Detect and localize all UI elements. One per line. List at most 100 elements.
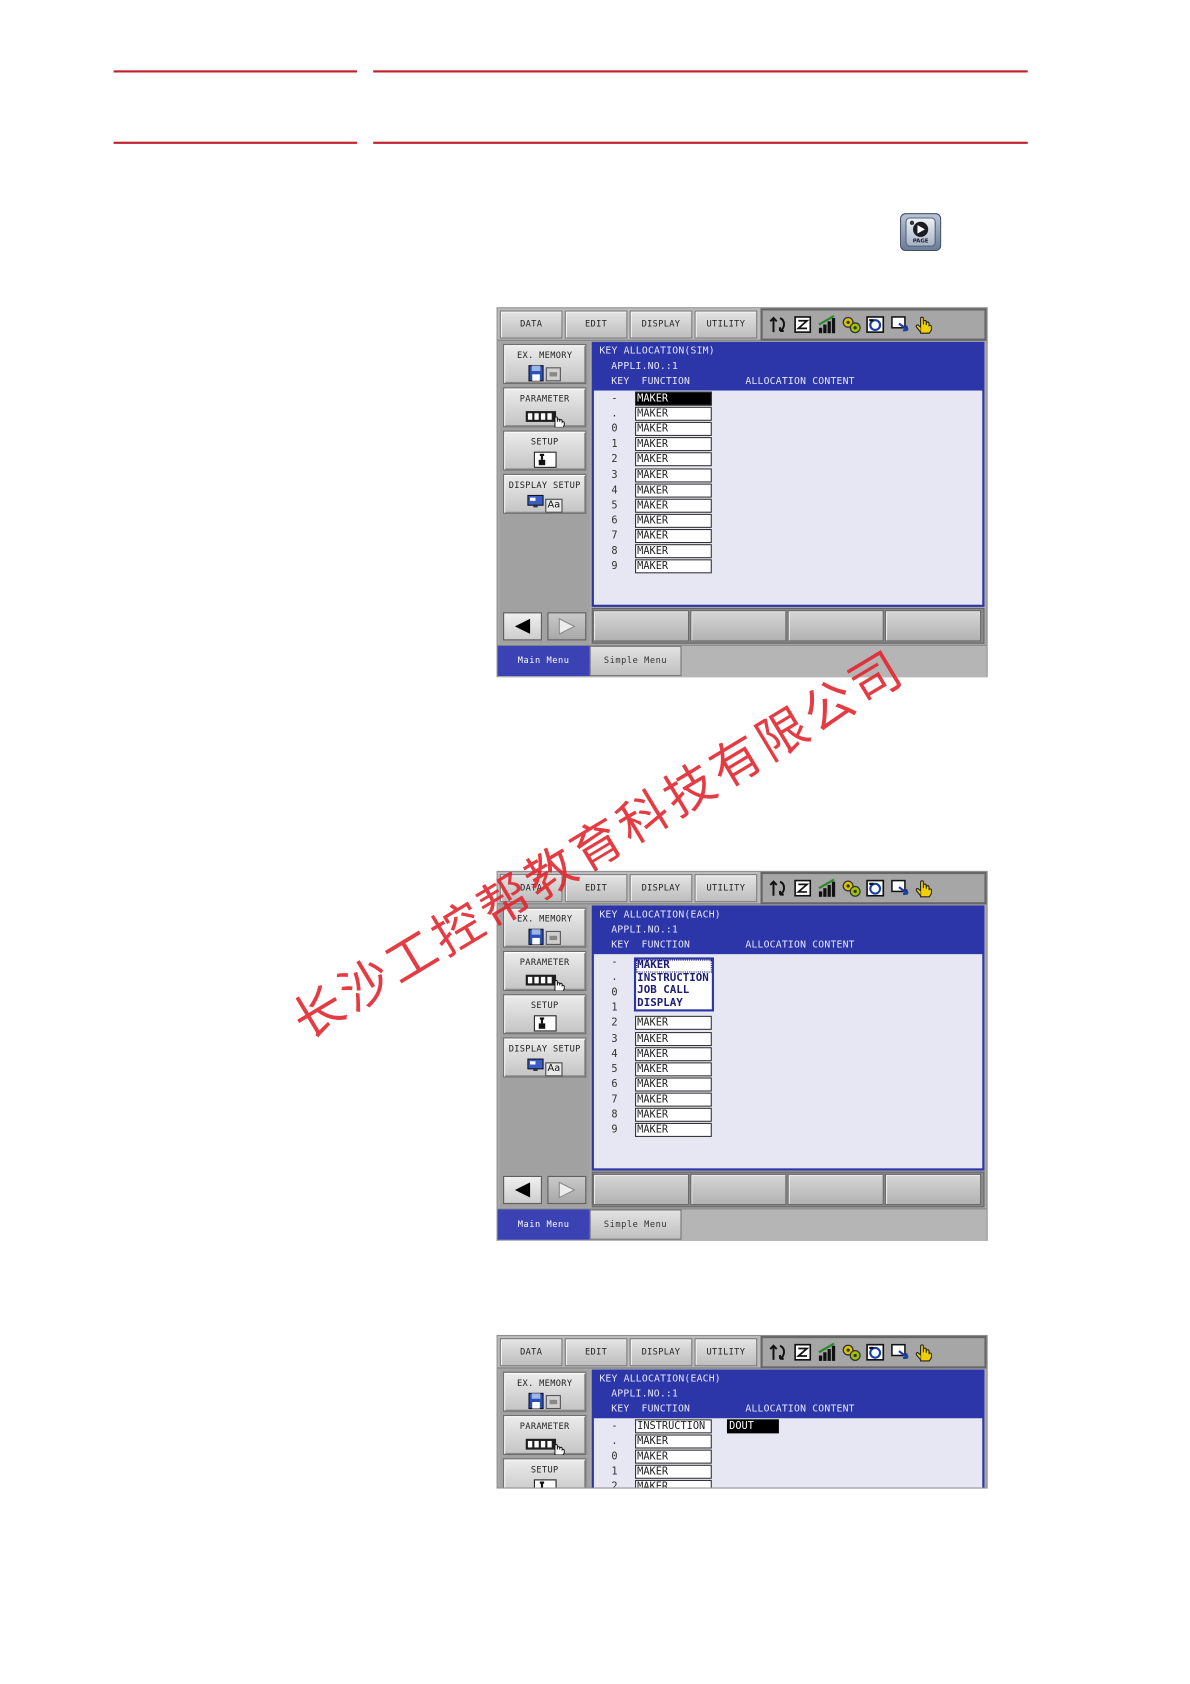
key-label: 1: [611, 1466, 618, 1479]
side-menu-display-setup[interactable]: DISPLAY SETUP Aa: [503, 1037, 587, 1078]
header-rule-left-bottom: [113, 141, 357, 144]
side-menu: EX. MEMORY PARAMETER SETUP DISPLAY SETUP Aa: [499, 905, 590, 1208]
function-field[interactable]: MAKER: [635, 1016, 712, 1031]
parameter-icon: [504, 408, 585, 428]
column-header-key: KEY: [611, 1404, 630, 1415]
function-field[interactable]: MAKER: [635, 513, 712, 528]
play-icon: [913, 221, 929, 237]
side-menu-parameter[interactable]: PARAMETER: [503, 950, 587, 991]
ex-memory-icon: [504, 365, 585, 383]
side-menu-parameter[interactable]: PARAMETER: [503, 387, 587, 428]
function-field[interactable]: MAKER: [635, 1107, 712, 1122]
page-forward-button[interactable]: [547, 612, 587, 641]
key-allocation-list: - INSTRUCTION DOUT. MAKER 0 MAKER 1 MAKER 2 MAKER: [593, 1418, 983, 1488]
left-arrow-icon: [513, 618, 532, 635]
gears-icon: [842, 315, 861, 334]
function-field[interactable]: MAKER: [635, 1449, 712, 1464]
tab-utility[interactable]: UTILITY: [694, 874, 758, 903]
function-field[interactable]: MAKER: [635, 1046, 712, 1061]
key-label: 8: [611, 545, 618, 558]
key-label: 2: [611, 453, 618, 466]
key-label: -: [611, 1420, 618, 1433]
page-back-button[interactable]: [503, 1175, 542, 1205]
dropdown-option-maker[interactable]: MAKER: [636, 959, 712, 972]
function-field[interactable]: MAKER: [635, 1465, 712, 1480]
function-field[interactable]: MAKER: [635, 528, 712, 543]
key-label: 6: [611, 1078, 618, 1091]
function-field[interactable]: MAKER: [635, 1434, 712, 1449]
dropdown-option-instruction[interactable]: INSTRUCTION: [636, 972, 712, 984]
signal-bars-icon: [817, 314, 836, 334]
tab-data[interactable]: DATA: [499, 310, 563, 339]
side-menu-label: PARAMETER: [519, 1421, 570, 1432]
tab-simple-menu[interactable]: Simple Menu: [589, 645, 682, 677]
function-field[interactable]: MAKER: [635, 1031, 712, 1046]
cycle-arrows-icon: [769, 1343, 788, 1362]
function-field[interactable]: MAKER: [635, 1480, 712, 1488]
tab-utility[interactable]: UTILITY: [694, 1338, 758, 1367]
tab-edit[interactable]: EDIT: [564, 1338, 628, 1367]
tab-edit[interactable]: EDIT: [564, 310, 628, 339]
tab-display[interactable]: DISPLAY: [629, 874, 693, 903]
side-menu-parameter[interactable]: PARAMETER: [503, 1414, 587, 1456]
function-key-2[interactable]: [690, 1173, 787, 1206]
side-menu-setup[interactable]: SETUP: [503, 430, 587, 471]
function-key-1[interactable]: [592, 610, 690, 642]
tab-main-menu[interactable]: Main Menu: [497, 645, 590, 677]
function-field[interactable]: MAKER: [635, 498, 712, 513]
tab-simple-menu[interactable]: Simple Menu: [589, 1209, 682, 1240]
function-field[interactable]: MAKER: [635, 1061, 712, 1077]
pendant-screen-1: DATA EDIT DISPLAY UTILITY EX. MEMORY PARAMETE…: [497, 308, 987, 678]
side-menu-setup[interactable]: SETUP: [503, 1458, 587, 1488]
function-field[interactable]: MAKER: [635, 452, 712, 467]
tab-display[interactable]: DISPLAY: [629, 310, 693, 339]
allocation-content-field[interactable]: DOUT: [726, 1419, 779, 1434]
function-field[interactable]: MAKER: [635, 1077, 712, 1092]
function-field[interactable]: MAKER: [635, 467, 712, 482]
page-forward-button[interactable]: [547, 1175, 587, 1205]
function-key-3[interactable]: [787, 1173, 884, 1206]
tab-utility[interactable]: UTILITY: [694, 310, 758, 339]
key-label: 4: [611, 1047, 618, 1060]
function-field[interactable]: MAKER: [635, 483, 712, 498]
function-key-1[interactable]: [592, 1173, 690, 1206]
column-header-function: FUNCTION: [641, 940, 691, 951]
edit-z-icon: [793, 878, 812, 897]
function-key-4[interactable]: [884, 1173, 982, 1206]
function-key-4[interactable]: [884, 610, 982, 642]
side-menu-ex-memory[interactable]: EX. MEMORY: [503, 344, 587, 385]
tab-data[interactable]: DATA: [499, 1338, 563, 1367]
tab-display[interactable]: DISPLAY: [629, 1338, 693, 1367]
function-field[interactable]: MAKER: [635, 559, 712, 574]
side-menu-display-setup[interactable]: DISPLAY SETUP Aa: [503, 473, 587, 514]
side-menu-ex-memory[interactable]: EX. MEMORY: [503, 1371, 587, 1412]
page-back-button[interactable]: [503, 612, 542, 641]
side-menu-label: EX. MEMORY: [516, 350, 573, 361]
dropdown-option-display[interactable]: DISPLAY: [636, 997, 712, 1009]
function-field[interactable]: MAKER: [635, 406, 712, 421]
function-field[interactable]: MAKER: [635, 1123, 712, 1138]
signal-bars-icon: [817, 878, 836, 897]
function-field[interactable]: MAKER: [635, 391, 712, 406]
side-menu-setup[interactable]: SETUP: [503, 994, 587, 1035]
dropdown-option-job-call[interactable]: JOB CALL: [636, 984, 712, 996]
header-rule-right-bottom: [373, 141, 1028, 144]
function-dropdown[interactable]: MAKER INSTRUCTION JOB CALL DISPLAY: [633, 957, 714, 1012]
side-menu: EX. MEMORY PARAMETER SETUP DISPLAY SETUP Aa: [499, 341, 590, 644]
menu-bar: DATA EDIT DISPLAY UTILITY: [497, 308, 987, 341]
function-field[interactable]: MAKER: [635, 544, 712, 559]
function-field[interactable]: INSTRUCTION: [635, 1419, 712, 1434]
function-key-2[interactable]: [690, 610, 787, 642]
window-title: KEY ALLOCATION(EACH): [599, 1373, 721, 1385]
function-field[interactable]: MAKER: [635, 437, 712, 452]
hand-icon: [914, 315, 933, 334]
side-menu-label: EX. MEMORY: [516, 1378, 573, 1388]
key-label: 8: [611, 1108, 618, 1121]
function-field[interactable]: MAKER: [635, 422, 712, 437]
function-field[interactable]: MAKER: [635, 1092, 712, 1107]
parameter-icon: [504, 971, 585, 991]
key-label: .: [611, 1435, 618, 1448]
appli-number: APPLI.NO.:1: [611, 361, 679, 373]
tab-main-menu[interactable]: Main Menu: [497, 1209, 590, 1240]
column-header-key: KEY: [611, 376, 630, 388]
